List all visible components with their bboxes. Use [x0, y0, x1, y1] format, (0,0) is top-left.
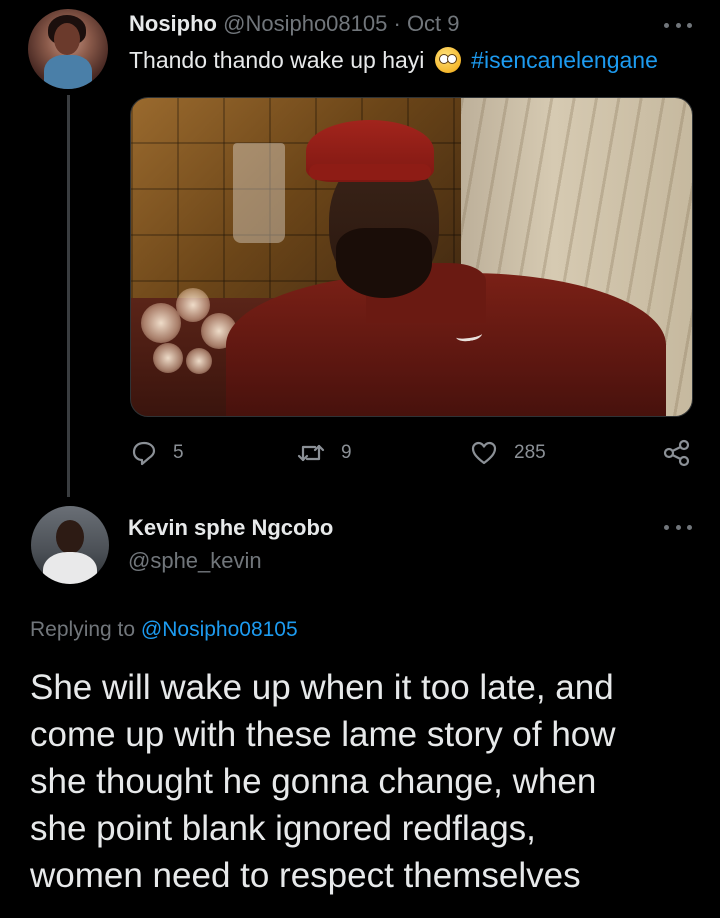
tweet-header: Nosipho @Nosipho08105 · Oct 9: [129, 9, 460, 39]
reply-text-line: women need to respect themselves: [30, 856, 581, 895]
share-button[interactable]: [663, 438, 691, 468]
reply-text-line: she thought he gonna change, when: [30, 762, 597, 801]
like-count: 285: [514, 442, 546, 463]
replying-to: Replying to @Nosipho08105: [30, 615, 298, 645]
tweet-text-body: Thando thando wake up hayi: [129, 47, 425, 73]
reply-text-line: she point blank ignored redflags,: [30, 809, 536, 848]
author-handle[interactable]: @Nosipho08105: [223, 11, 387, 36]
reply-author-name[interactable]: Kevin sphe Ngcobo: [128, 513, 333, 543]
rolling-eyes-emoji-icon: [434, 47, 461, 73]
like-button[interactable]: 285: [470, 438, 546, 468]
hashtag-link[interactable]: #isencanelengane: [471, 47, 658, 73]
avatar[interactable]: [28, 9, 108, 89]
tweet-actions: 5 9 285: [0, 438, 720, 468]
separator: ·: [393, 11, 401, 36]
like-icon: [470, 440, 498, 466]
author-name[interactable]: Nosipho: [129, 11, 217, 36]
thread-line: [67, 95, 70, 497]
more-options-icon[interactable]: [664, 20, 692, 30]
avatar[interactable]: [31, 506, 109, 584]
reply-button[interactable]: 5: [131, 438, 184, 468]
tweet-date[interactable]: Oct 9: [407, 11, 460, 36]
reply-text-line: She will wake up when it too late, and: [30, 668, 614, 707]
retweet-icon: [297, 440, 325, 466]
share-icon: [663, 439, 691, 467]
reply-author-handle[interactable]: @sphe_kevin: [128, 546, 262, 576]
reply-count: 5: [173, 442, 184, 463]
tweet-media-image[interactable]: [130, 97, 693, 417]
reply-text-line: come up with these lame story of how: [30, 715, 616, 754]
retweet-count: 9: [341, 442, 352, 463]
replying-to-handle[interactable]: @Nosipho08105: [141, 618, 298, 641]
retweet-button[interactable]: 9: [297, 438, 352, 468]
reply-text: She will wake up when it too late, and c…: [30, 664, 700, 899]
reply-icon: [131, 440, 157, 466]
replying-to-prefix: Replying to: [30, 618, 136, 641]
tweet-text: Thando thando wake up hayi #isencaneleng…: [129, 44, 658, 76]
more-options-icon[interactable]: [664, 522, 692, 532]
